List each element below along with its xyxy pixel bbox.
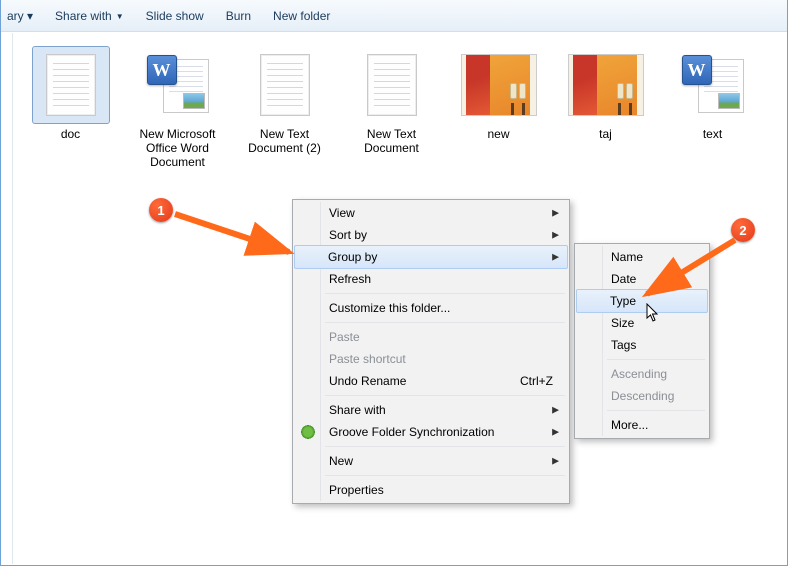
text-document-icon — [354, 47, 430, 123]
menu-item-customize-folder-label: Customize this folder... — [329, 301, 450, 315]
file-item[interactable]: WNew Microsoft Office Word Document — [130, 47, 225, 169]
menu-item-refresh[interactable]: Refresh — [295, 268, 567, 290]
submenu-item-descending-label: Descending — [611, 389, 674, 403]
text-document-icon — [247, 47, 323, 123]
explorer-toolbar: ary ▾ Share with ▼ Slide show Burn New f… — [1, 0, 787, 32]
submenu-item-size[interactable]: Size — [577, 312, 707, 334]
submenu-item-more[interactable]: More... — [577, 414, 707, 436]
chevron-down-icon: ▼ — [116, 12, 124, 21]
toolbar-share-with-label: Share with — [55, 9, 112, 23]
submenu-arrow-icon: ▶ — [552, 252, 559, 263]
menu-separator — [325, 293, 565, 294]
toolbar-new-folder-button[interactable]: New folder — [273, 9, 330, 23]
callout-badge-1-label: 1 — [157, 203, 164, 218]
file-item[interactable]: New Text Document — [344, 47, 439, 155]
callout-badge-2: 2 — [731, 218, 755, 242]
word-document-icon: W — [140, 47, 216, 123]
menu-item-properties-label: Properties — [329, 483, 384, 497]
menu-item-paste-shortcut-label: Paste shortcut — [329, 352, 406, 366]
text-document-icon — [33, 47, 109, 123]
toolbar-share-with-button[interactable]: Share with ▼ — [55, 9, 124, 23]
menu-separator — [607, 359, 705, 360]
menu-item-paste-shortcut: Paste shortcut — [295, 348, 567, 370]
menu-item-paste: Paste — [295, 326, 567, 348]
file-item[interactable]: New Text Document (2) — [237, 47, 332, 155]
menu-item-refresh-label: Refresh — [329, 272, 371, 286]
file-item[interactable]: doc — [23, 47, 118, 141]
menu-item-view[interactable]: View ▶ — [295, 202, 567, 224]
file-item[interactable]: Wtext — [665, 47, 760, 141]
menu-item-group-by-label: Group by — [328, 250, 377, 264]
submenu-item-descending: Descending — [577, 385, 707, 407]
menu-item-undo-rename[interactable]: Undo Rename Ctrl+Z — [295, 370, 567, 392]
toolbar-burn-label: Burn — [226, 9, 251, 23]
mouse-cursor-icon — [646, 303, 660, 323]
toolbar-library-button[interactable]: ary ▾ — [7, 9, 33, 23]
toolbar-slide-show-button[interactable]: Slide show — [146, 9, 204, 23]
toolbar-slide-show-label: Slide show — [146, 9, 204, 23]
submenu-item-ascending: Ascending — [577, 363, 707, 385]
submenu-arrow-icon: ▶ — [552, 230, 559, 241]
file-label: text — [703, 127, 722, 141]
submenu-item-tags-label: Tags — [611, 338, 636, 352]
menu-item-undo-shortcut: Ctrl+Z — [520, 374, 553, 388]
submenu-item-type-label: Type — [610, 294, 636, 308]
submenu-item-name-label: Name — [611, 250, 643, 264]
file-label: New Text Document — [344, 127, 439, 155]
submenu-item-ascending-label: Ascending — [611, 367, 667, 381]
menu-item-groove-sync-label: Groove Folder Synchronization — [329, 425, 494, 439]
submenu-item-more-label: More... — [611, 418, 648, 432]
submenu-item-tags[interactable]: Tags — [577, 334, 707, 356]
submenu-arrow-icon: ▶ — [552, 427, 559, 438]
menu-item-undo-rename-label: Undo Rename — [329, 374, 406, 388]
menu-item-paste-label: Paste — [329, 330, 360, 344]
callout-badge-2-label: 2 — [739, 223, 746, 238]
context-menu: View ▶ Sort by ▶ Group by ▶ Refresh Cust… — [292, 199, 570, 504]
file-label: New Microsoft Office Word Document — [130, 127, 225, 169]
menu-separator — [325, 395, 565, 396]
menu-item-sort-by[interactable]: Sort by ▶ — [295, 224, 567, 246]
file-label: taj — [599, 127, 612, 141]
submenu-item-type[interactable]: Type — [576, 289, 708, 313]
submenu-item-name[interactable]: Name — [577, 246, 707, 268]
toolbar-burn-button[interactable]: Burn — [226, 9, 251, 23]
menu-item-properties[interactable]: Properties — [295, 479, 567, 501]
menu-separator — [325, 446, 565, 447]
menu-item-sort-by-label: Sort by — [329, 228, 367, 242]
menu-item-groove-sync[interactable]: Groove Folder Synchronization ▶ — [295, 421, 567, 443]
menu-item-customize-folder[interactable]: Customize this folder... — [295, 297, 567, 319]
file-grid: docWNew Microsoft Office Word DocumentNe… — [13, 33, 786, 169]
menu-item-view-label: View — [329, 206, 355, 220]
menu-item-share-with[interactable]: Share with ▶ — [295, 399, 567, 421]
callout-badge-1: 1 — [149, 198, 173, 222]
toolbar-new-folder-label: New folder — [273, 9, 330, 23]
image-thumbnail-icon — [461, 47, 537, 123]
menu-separator — [325, 322, 565, 323]
toolbar-library-label: ary ▾ — [7, 9, 33, 23]
menu-separator — [607, 410, 705, 411]
image-thumbnail-icon — [568, 47, 644, 123]
submenu-arrow-icon: ▶ — [552, 405, 559, 416]
file-item[interactable]: new — [451, 47, 546, 141]
file-label: New Text Document (2) — [237, 127, 332, 155]
submenu-arrow-icon: ▶ — [552, 208, 559, 219]
file-label: new — [487, 127, 509, 141]
menu-item-new-label: New — [329, 454, 353, 468]
file-label: doc — [61, 127, 80, 141]
submenu-item-date[interactable]: Date — [577, 268, 707, 290]
submenu-item-size-label: Size — [611, 316, 634, 330]
submenu-arrow-icon: ▶ — [552, 456, 559, 467]
menu-item-new[interactable]: New ▶ — [295, 450, 567, 472]
menu-item-group-by[interactable]: Group by ▶ — [294, 245, 568, 269]
menu-item-share-with-label: Share with — [329, 403, 386, 417]
group-by-submenu: Name Date Type Size Tags Ascending Desce… — [574, 243, 710, 439]
menu-separator — [325, 475, 565, 476]
word-document-icon: W — [675, 47, 751, 123]
submenu-item-date-label: Date — [611, 272, 636, 286]
groove-sync-icon — [300, 424, 316, 440]
file-item[interactable]: taj — [558, 47, 653, 141]
